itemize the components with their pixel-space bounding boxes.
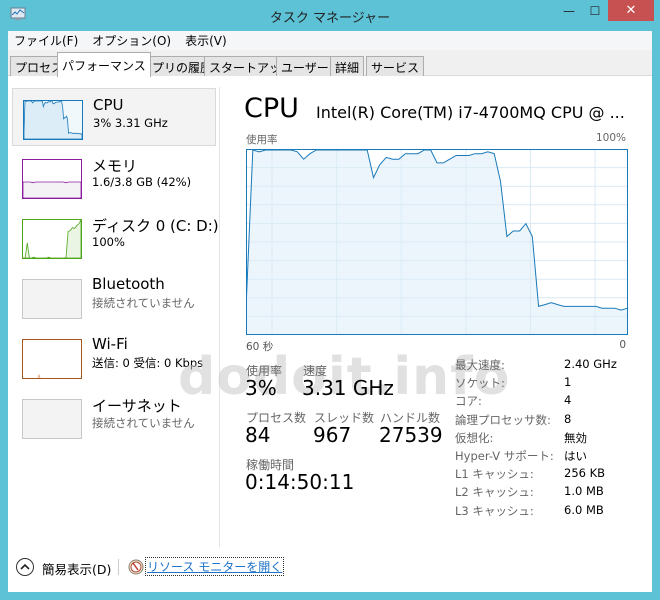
- maximize-button[interactable]: ☐: [582, 0, 608, 21]
- memory-thumbnail-graph: [22, 159, 82, 199]
- usage-value: 3%: [245, 376, 277, 400]
- chevron-up-icon: [20, 563, 30, 570]
- sidebar-bluetooth-sub: 接続されていません: [92, 296, 195, 310]
- handles-value: 27539: [379, 423, 443, 447]
- sidebar-cpu-sub: 3% 3.31 GHz: [93, 116, 168, 130]
- spec-label: Hyper-V サポート:: [455, 449, 554, 463]
- chart-y-label: 使用率: [246, 134, 278, 146]
- menu-file[interactable]: ファイル(F): [8, 32, 86, 49]
- performance-panel: CPU 3% 3.31 GHz メモリ 1.6/3.8 GB (42%) ディス…: [8, 77, 652, 547]
- spec-value: はい: [564, 449, 587, 463]
- chart-y-max-label: 100%: [595, 132, 626, 144]
- spec-label: L1 キャッシュ:: [455, 467, 534, 482]
- sidebar-item-cpu[interactable]: CPU 3% 3.31 GHz: [12, 88, 216, 146]
- fewer-details-button[interactable]: 簡易表示(D): [42, 559, 111, 578]
- sidebar-wifi-sub: 送信: 0 受信: 0 Kbps: [92, 356, 204, 370]
- tab-details[interactable]: 詳細: [330, 56, 365, 76]
- processes-value: 84: [245, 423, 271, 447]
- tab-services[interactable]: サービス: [366, 56, 425, 76]
- task-manager-window: タスク マネージャー — ☐ ✕ ファイル(F) オプション(O) 表示(V) …: [0, 0, 660, 600]
- sidebar-ethernet-name: イーサネット: [92, 397, 182, 415]
- sidebar-item-memory[interactable]: メモリ 1.6/3.8 GB (42%): [12, 148, 216, 206]
- sidebar-disk-sub: 100%: [92, 235, 125, 249]
- resource-monitor-icon: [128, 559, 144, 575]
- spec-value: 2.40 GHz: [564, 357, 617, 371]
- spec-value: 1: [564, 375, 572, 390]
- sidebar-disk-name: ディスク 0 (C: D:): [92, 217, 219, 235]
- footer: 簡易表示(D) リソース モニターを開く: [8, 549, 652, 592]
- client-area: ファイル(F) オプション(O) 表示(V) プロセス パフォーマンス アプリの…: [8, 31, 652, 592]
- wifi-thumbnail-graph: [22, 339, 82, 379]
- sidebar-item-ethernet[interactable]: イーサネット 接続されていません: [12, 388, 216, 446]
- sidebar-cpu-name: CPU: [93, 96, 124, 114]
- spec-label: L2 キャッシュ:: [455, 485, 534, 500]
- spec-value: 無効: [564, 430, 587, 445]
- sidebar-item-disk[interactable]: ディスク 0 (C: D:) 100%: [12, 208, 219, 266]
- menu-bar: ファイル(F) オプション(O) 表示(V): [8, 31, 652, 50]
- footer-divider: [118, 559, 119, 575]
- sidebar-ethernet-sub: 接続されていません: [92, 416, 195, 430]
- cpu-thumbnail-graph: [23, 100, 83, 140]
- spec-label: 最大速度:: [455, 358, 505, 372]
- menu-options[interactable]: オプション(O): [86, 32, 179, 49]
- chart-x-end-label: 0: [619, 339, 626, 351]
- tab-users[interactable]: ユーザー: [276, 56, 334, 76]
- tab-performance[interactable]: パフォーマンス: [57, 52, 151, 77]
- ethernet-thumbnail-graph: [22, 399, 82, 439]
- title-bar[interactable]: タスク マネージャー — ☐ ✕: [0, 0, 660, 30]
- spec-label: 仮想化:: [455, 430, 494, 445]
- sidebar-divider: [219, 87, 220, 547]
- speed-value: 3.31 GHz: [302, 376, 394, 400]
- spec-value: 4: [564, 393, 572, 408]
- sidebar-item-bluetooth[interactable]: Bluetooth 接続されていません: [12, 268, 216, 326]
- cpu-usage-chart: [246, 149, 628, 335]
- menu-view[interactable]: 表示(V): [179, 32, 235, 49]
- sidebar-item-wifi[interactable]: Wi-Fi 送信: 0 受信: 0 Kbps: [12, 328, 216, 386]
- minimize-button[interactable]: —: [556, 0, 582, 21]
- chart-x-start-label: 60 秒: [246, 341, 274, 353]
- bluetooth-thumbnail-graph: [22, 279, 82, 319]
- sidebar-memory-name: メモリ: [92, 157, 138, 175]
- open-resource-monitor-link[interactable]: リソース モニターを開く: [144, 557, 285, 576]
- spec-value: 256 KB: [564, 466, 606, 481]
- disk-thumbnail-graph: [22, 219, 82, 259]
- cpu-model-name: Intel(R) Core(TM) i7-4700MQ CPU @ ...: [316, 103, 625, 122]
- spec-label: L3 キャッシュ:: [455, 503, 534, 518]
- sidebar-bluetooth-name: Bluetooth: [92, 275, 165, 293]
- sidebar-wifi-name: Wi-Fi: [92, 335, 128, 353]
- page-title: CPU: [244, 93, 299, 124]
- spec-label: コア:: [455, 394, 482, 409]
- close-button[interactable]: ✕: [608, 0, 654, 21]
- spec-value: 1.0 MB: [564, 484, 604, 499]
- spec-label: 論理プロセッサ数:: [455, 412, 551, 427]
- fewer-details-toggle[interactable]: [16, 558, 34, 576]
- sidebar-memory-sub: 1.6/3.8 GB (42%): [92, 175, 192, 189]
- spec-label: ソケット:: [455, 376, 505, 391]
- spec-value: 6.0 MB: [564, 502, 604, 517]
- spec-value: 8: [564, 411, 572, 426]
- uptime-value: 0:14:50:11: [245, 470, 355, 494]
- threads-value: 967: [313, 423, 352, 447]
- tab-bar: プロセス パフォーマンス アプリの履歴 スタートアップ ユーザー 詳細 サービス: [8, 50, 652, 77]
